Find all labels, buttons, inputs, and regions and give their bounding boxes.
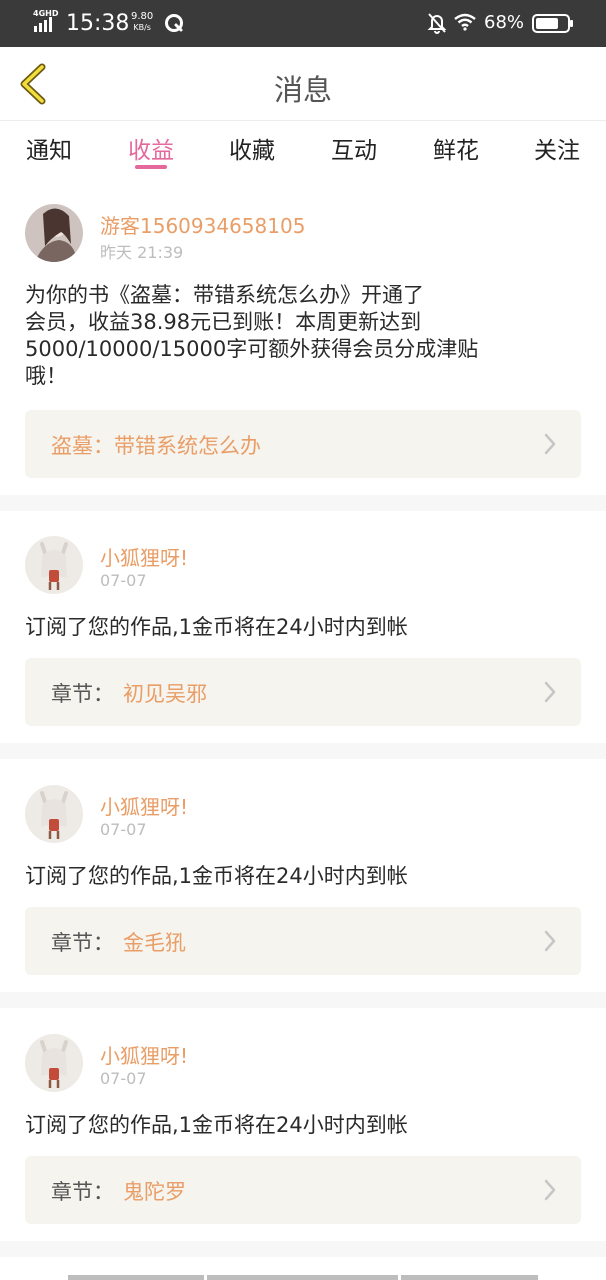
chapter-prefix: 章节： — [51, 1180, 114, 1204]
message-line: 订阅了您的作品,1金币将在24小时内到帐 — [25, 1113, 408, 1137]
message-card: 小狐狸呀! 07-07 订阅了您的作品,1金币将在24小时内到帐 章节： 初见吴… — [0, 511, 606, 743]
avatar[interactable] — [25, 204, 83, 262]
avatar[interactable] — [25, 785, 83, 843]
message-line: 哦！ — [25, 364, 67, 388]
speed-value: 9.80 — [131, 11, 154, 22]
card-divider — [0, 992, 606, 1008]
username[interactable]: 游客1560934658105 — [100, 210, 305, 239]
message-text: 订阅了您的作品,1金币将在24小时内到帐 — [25, 1112, 565, 1139]
message-text: 订阅了您的作品,1金币将在24小时内到帐 — [25, 614, 565, 641]
status-bar: 4GHD 15:38 9.80 KB/s 68% — [0, 0, 606, 47]
username[interactable]: 小狐狸呀! — [100, 791, 188, 820]
chapter-link[interactable]: 章节： 鬼陀罗 — [25, 1156, 581, 1224]
tab-earnings[interactable]: 收益 — [111, 131, 191, 165]
message-line: 订阅了您的作品,1金币将在24小时内到帐 — [25, 864, 408, 888]
chevron-right-icon — [544, 1179, 556, 1201]
message-line: 订阅了您的作品,1金币将在24小时内到帐 — [25, 615, 408, 639]
message-line: 会员，收益38.98元已到账！本周更新达到 — [25, 310, 422, 334]
active-tab-indicator — [135, 165, 167, 169]
chapter-prefix: 章节： — [51, 931, 114, 955]
bottom-bar-segment — [68, 1275, 204, 1280]
avatar[interactable] — [25, 536, 83, 594]
message-date: 07-07 — [100, 820, 147, 839]
battery-percent: 68% — [484, 12, 525, 33]
book-title: 盗墓：带错系统怎么办 — [51, 434, 261, 458]
bottom-bar-segment — [401, 1275, 538, 1280]
chapter-link[interactable]: 章节： 金毛犼 — [25, 907, 581, 975]
message-date: 昨天 21:39 — [100, 243, 184, 262]
card-divider — [0, 495, 606, 511]
chapter-prefix: 章节： — [51, 682, 114, 706]
message-date: 07-07 — [100, 1069, 147, 1088]
username[interactable]: 小狐狸呀! — [100, 542, 188, 571]
message-card: 小狐狸呀! 07-07 订阅了您的作品,1金币将在24小时内到帐 章节： 金毛犼 — [0, 759, 606, 992]
user-avatar-image — [25, 1034, 83, 1092]
card-divider — [0, 743, 606, 759]
username[interactable]: 小狐狸呀! — [100, 1040, 188, 1069]
speed-unit: KB/s — [133, 23, 151, 32]
page-title: 消息 — [273, 73, 332, 107]
message-line: 为你的书《盗墓：带错系统怎么办》开通了 — [25, 283, 424, 307]
wifi-icon — [454, 13, 476, 31]
message-text: 为你的书《盗墓：带错系统怎么办》开通了 会员，收益38.98元已到账！本周更新达… — [25, 282, 565, 390]
mute-bell-icon — [427, 13, 447, 34]
battery-icon — [532, 14, 573, 33]
user-avatar-image — [25, 536, 83, 594]
avatar[interactable] — [25, 1034, 83, 1092]
tab-flowers[interactable]: 鲜花 — [416, 131, 496, 165]
message-line: 5000/10000/15000字可额外获得会员分成津贴 — [25, 337, 479, 361]
chevron-right-icon — [544, 681, 556, 703]
chapter-title: 初见吴邪 — [123, 682, 207, 706]
chevron-right-icon — [544, 930, 556, 952]
message-card: 小狐狸呀! 07-07 订阅了您的作品,1金币将在24小时内到帐 章节： 鬼陀罗 — [0, 1008, 606, 1241]
message-text: 订阅了您的作品,1金币将在24小时内到帐 — [25, 863, 565, 890]
tab-following[interactable]: 关注 — [517, 131, 597, 165]
bottom-bar-segment — [207, 1275, 398, 1280]
tab-interactions[interactable]: 互动 — [314, 131, 394, 165]
network-speed: 9.80 KB/s — [131, 11, 153, 33]
tab-notifications[interactable]: 通知 — [9, 131, 89, 165]
app-notification-icon — [165, 14, 183, 32]
message-card: 游客1560934658105 昨天 21:39 为你的书《盗墓：带错系统怎么办… — [0, 178, 606, 495]
message-tabs: 通知 收益 收藏 互动 鲜花 关注 — [0, 121, 606, 178]
book-link[interactable]: 盗墓：带错系统怎么办 — [25, 410, 581, 478]
chapter-link[interactable]: 章节： 初见吴邪 — [25, 658, 581, 726]
message-date: 07-07 — [100, 571, 147, 590]
app-header: 消息 — [0, 47, 606, 121]
chapter-title: 金毛犼 — [123, 931, 186, 955]
tab-favorites[interactable]: 收藏 — [212, 131, 292, 165]
card-divider — [0, 1241, 606, 1257]
chapter-title: 鬼陀罗 — [123, 1180, 186, 1204]
signal-icon — [34, 17, 52, 32]
user-avatar-image — [25, 204, 83, 262]
status-time: 15:38 — [66, 11, 130, 36]
user-avatar-image — [25, 785, 83, 843]
chevron-right-icon — [544, 433, 556, 455]
